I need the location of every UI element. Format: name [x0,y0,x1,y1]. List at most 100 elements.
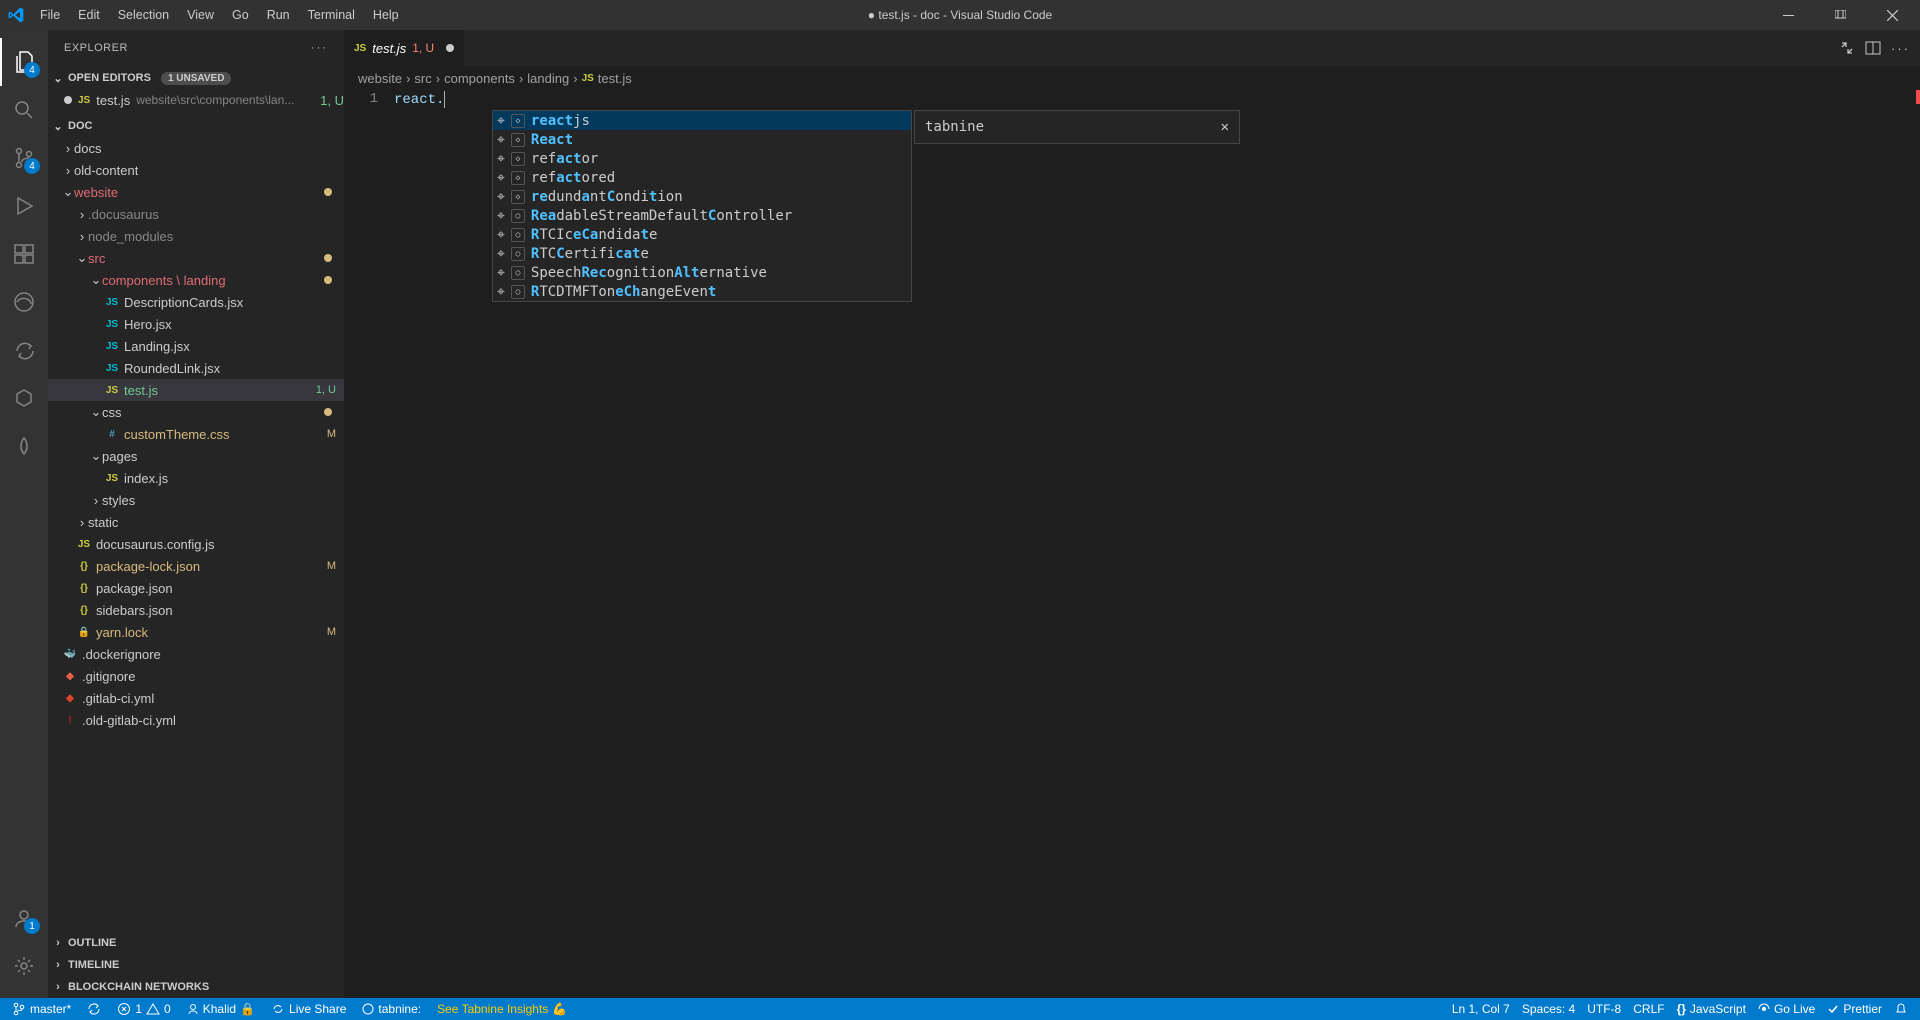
close-icon[interactable]: ✕ [1221,119,1229,135]
breadcrumb-item[interactable]: components [444,71,515,86]
activity-liveshare[interactable] [0,326,48,374]
suggestion-item[interactable]: ⌖○RTCDTMFToneChangeEvent [493,282,911,301]
outline-header[interactable]: › OUTLINE [48,932,344,954]
maximize-button[interactable] [1820,0,1860,30]
file-item[interactable]: JSindex.js [48,467,344,489]
file-item[interactable]: #customTheme.cssM [48,423,344,445]
file-item[interactable]: ◆.gitignore [48,665,344,687]
folder-item[interactable]: ⌄pages [48,445,344,467]
activity-ethereum[interactable] [0,374,48,422]
file-item[interactable]: 🐳.dockerignore [48,643,344,665]
suggestion-item[interactable]: ⌖○RTCCertificate [493,244,911,263]
suggestion-item[interactable]: ⌖○ReadableStreamDefaultController [493,206,911,225]
menu-terminal[interactable]: Terminal [300,4,363,26]
breadcrumb-item[interactable]: src [414,71,431,86]
file-item[interactable]: ◆.gitlab-ci.yml [48,687,344,709]
status-cursor-position[interactable]: Ln 1, Col 7 [1448,1002,1514,1016]
folder-item[interactable]: ⌄src [48,247,344,269]
menu-go[interactable]: Go [224,4,257,26]
activity-account[interactable]: 1 [0,894,48,942]
menu-help[interactable]: Help [365,4,407,26]
status-prettier[interactable]: Prettier [1823,1002,1886,1016]
menu-view[interactable]: View [179,4,222,26]
file-item[interactable]: JSdocusaurus.config.js [48,533,344,555]
sidebar-more-icon[interactable]: ··· [311,42,328,54]
breadcrumb-item[interactable]: website [358,71,402,86]
file-item[interactable]: JSRoundedLink.jsx [48,357,344,379]
split-editor-icon[interactable] [1865,40,1881,56]
more-actions-icon[interactable]: ··· [1891,41,1910,56]
suggestion-item[interactable]: ⌖○SpeechRecognitionAlternative [493,263,911,282]
timeline-header[interactable]: › TIMELINE [48,954,344,976]
folder-item[interactable]: ›styles [48,489,344,511]
file-item[interactable]: {}package.json [48,577,344,599]
activity-settings[interactable] [0,942,48,990]
js-file-icon: JS [104,385,120,396]
suggestion-item[interactable]: ⌖◇React [493,130,911,149]
git-status: M [327,428,336,440]
status-user[interactable]: Khalid 🔒 [183,998,259,1020]
breadcrumb-item[interactable]: test.js [598,71,632,86]
folder-item[interactable]: ›node_modules [48,225,344,247]
error-marker[interactable] [1916,90,1920,104]
close-button[interactable] [1872,0,1912,30]
folder-item[interactable]: ›docs [48,137,344,159]
editor-tab[interactable]: JS test.js 1, U [344,30,465,66]
suggestion-item[interactable]: ⌖◇refactored [493,168,911,187]
intellisense-popup[interactable]: ⌖◇reactjs⌖◇React⌖◇refactor⌖◇refactored⌖◇… [492,110,912,302]
file-item[interactable]: JSHero.jsx [48,313,344,335]
menu-file[interactable]: File [32,4,68,26]
code-line[interactable]: react. [394,90,1920,108]
suggestion-item[interactable]: ⌖◇redundantCondition [493,187,911,206]
status-liveshare[interactable]: Live Share [267,998,350,1020]
activity-explorer[interactable]: 4 [0,38,48,86]
suggestion-item[interactable]: ⌖◇refactor [493,149,911,168]
activity-mongodb[interactable] [0,422,48,470]
file-item[interactable]: {}package-lock.jsonM [48,555,344,577]
breadcrumbs[interactable]: website› src› components› landing› JS te… [344,66,1920,90]
status-problems[interactable]: 1 0 [113,998,174,1020]
status-tabnine[interactable]: tabnine: [358,998,425,1020]
file-item[interactable]: JStest.js1, U [48,379,344,401]
suggestion-item[interactable]: ⌖○RTCIceCandidate [493,225,911,244]
menu-run[interactable]: Run [259,4,298,26]
file-item[interactable]: 🔒yarn.lockM [48,621,344,643]
file-item[interactable]: JSDescriptionCards.jsx [48,291,344,313]
activity-source-control[interactable]: 4 [0,134,48,182]
file-item[interactable]: !.old-gitlab-ci.yml [48,709,344,731]
workspace-header[interactable]: ⌄ DOC [48,115,344,137]
window-title: ● test.js - doc - Visual Studio Code [868,8,1052,22]
open-editor-item[interactable]: JS test.js website\src\components\lan...… [48,89,344,111]
status-golive[interactable]: Go Live [1754,1002,1819,1016]
file-item[interactable]: {}sidebars.json [48,599,344,621]
blockchain-header[interactable]: › BLOCKCHAIN NETWORKS [48,976,344,998]
status-language[interactable]: {} JavaScript [1673,1002,1750,1016]
status-branch[interactable]: master* [8,998,75,1020]
status-notifications[interactable] [1890,1002,1912,1016]
file-item[interactable]: JSLanding.jsx [48,335,344,357]
status-tabnine-insights[interactable]: See Tabnine Insights 💪 [433,998,571,1020]
folder-item[interactable]: ›static [48,511,344,533]
suggestion-item[interactable]: ⌖◇reactjs [493,111,911,130]
activity-extensions[interactable] [0,230,48,278]
code-editor[interactable]: 1 react. ⌖◇reactjs⌖◇React⌖◇refactor⌖◇ref… [344,90,1920,998]
status-encoding[interactable]: UTF-8 [1583,1002,1625,1016]
activity-debug[interactable] [0,182,48,230]
minimize-button[interactable] [1768,0,1808,30]
activity-edge[interactable] [0,278,48,326]
menu-selection[interactable]: Selection [110,4,177,26]
menu-edit[interactable]: Edit [70,4,108,26]
breadcrumb-item[interactable]: landing [527,71,569,86]
folder-item[interactable]: ›old-content [48,159,344,181]
open-editors-header[interactable]: ⌄ OPEN EDITORS 1 UNSAVED [48,67,344,89]
status-sync[interactable] [83,998,105,1020]
activity-search[interactable] [0,86,48,134]
status-indentation[interactable]: Spaces: 4 [1518,1002,1579,1016]
folder-item[interactable]: ⌄components \ landing [48,269,344,291]
blockchain-label: BLOCKCHAIN NETWORKS [68,981,209,993]
folder-item[interactable]: ›.docusaurus [48,203,344,225]
folder-item[interactable]: ⌄css [48,401,344,423]
folder-item[interactable]: ⌄website [48,181,344,203]
status-eol[interactable]: CRLF [1629,1002,1668,1016]
compare-changes-icon[interactable] [1839,40,1855,56]
